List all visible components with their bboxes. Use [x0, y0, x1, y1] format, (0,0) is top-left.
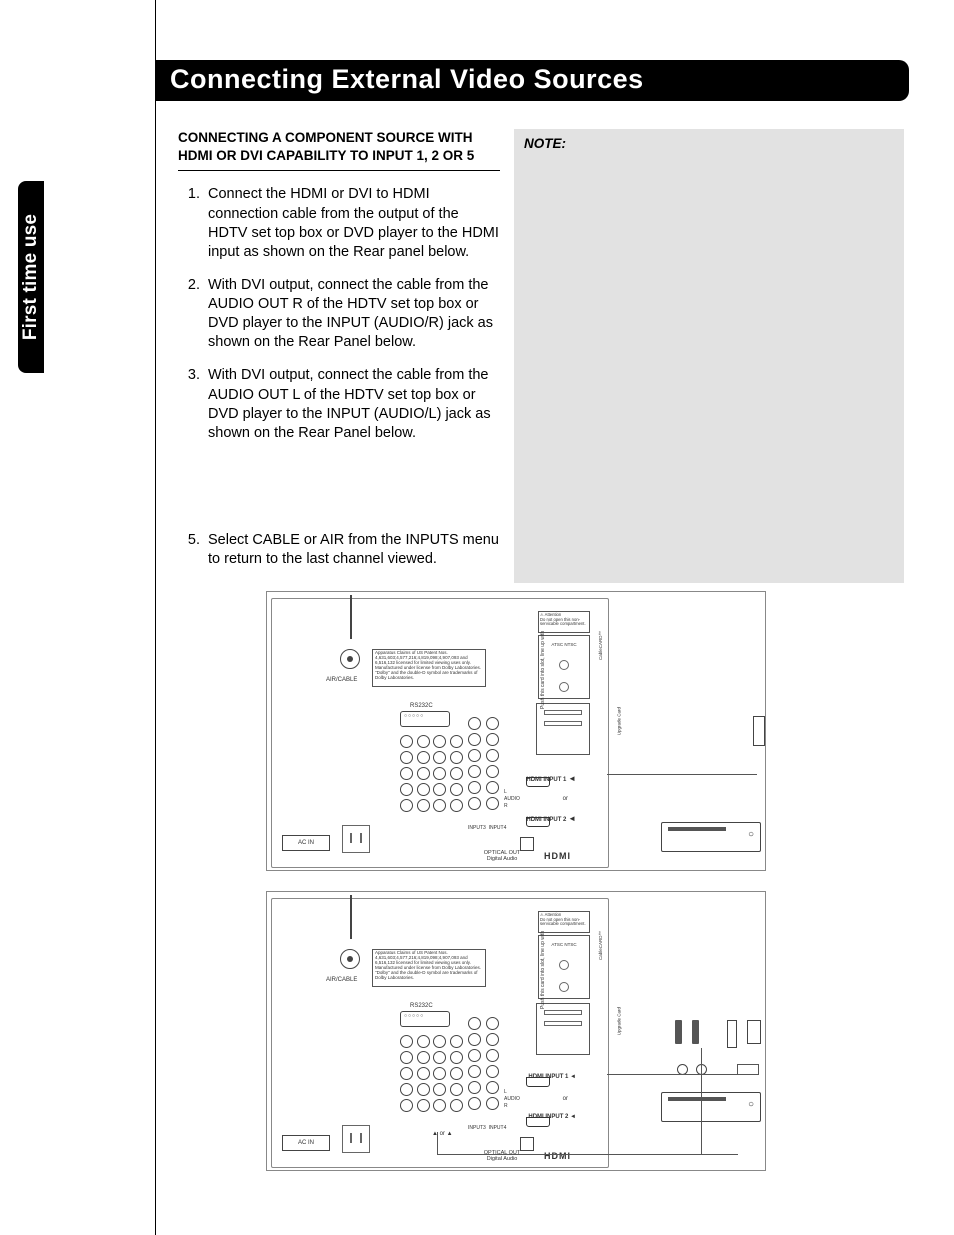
- rf-jack-icon: [340, 649, 360, 669]
- step-4-missing: [204, 457, 500, 517]
- hdmi-plug-icon: [753, 716, 765, 746]
- hdmi-input-2-label: HDMI INPUT 2 ◄: [526, 814, 576, 823]
- note-box: NOTE:: [514, 129, 904, 583]
- input-3-4-labels-2: INPUT3 INPUT4: [468, 1125, 506, 1131]
- rs232c-label: RS232C: [410, 703, 433, 709]
- rca-jack-grid-2: [400, 1035, 464, 1113]
- rs232c-label-2: RS232C: [410, 1003, 433, 1009]
- hdmi-cable-wire-2: [607, 1074, 757, 1076]
- step-1-line2: input as shown on the Rear panel below.: [208, 243, 500, 262]
- air-cable-label: AIR/CABLE: [326, 677, 357, 683]
- audio-cable-wire-v: [701, 1048, 703, 1154]
- plug-row: [675, 1020, 761, 1048]
- set-top-box-icon: [661, 822, 761, 852]
- page-title: Connecting External Video Sources: [170, 64, 644, 94]
- steps-list: Connect the HDMI or DVI to HDMI connecti…: [178, 185, 500, 569]
- upgrade-card-slot: [536, 703, 590, 755]
- step-5: Select CABLE or AIR from the INPUTS menu…: [204, 531, 500, 569]
- hdmi-logo: HDMI: [544, 851, 571, 861]
- rf-jack-icon-2: [340, 949, 360, 969]
- content-column: Connecting External Video Sources CONNEC…: [155, 0, 909, 1235]
- note-label: NOTE:: [524, 136, 566, 151]
- hdmi-input-1-label: HDMI INPUT 1 ◄: [526, 774, 576, 783]
- rear-panel-diagram-dvi: AIR/CABLE Apparatus Claims of US Patent …: [266, 891, 766, 1171]
- dvi-plug-icon: [747, 1020, 761, 1044]
- patent-notice-2: Apparatus Claims of US Patent Nos. 4,631…: [372, 949, 486, 987]
- rca-jack-grid: [400, 735, 464, 813]
- ac-in-label: AC IN: [282, 835, 330, 851]
- rear-panel-diagram-hdmi: AIR/CABLE Apparatus Claims of US Patent …: [266, 591, 766, 871]
- input-3-4-labels: INPUT3 INPUT4: [468, 825, 506, 831]
- component-jacks-col2: [486, 717, 499, 810]
- ac-receptacle-icon: [342, 825, 370, 853]
- rear-panel-outline: AIR/CABLE Apparatus Claims of US Patent …: [271, 598, 609, 868]
- antenna-icon-2: [350, 895, 352, 939]
- rear-panel-outline-2: AIR/CABLE Apparatus Claims of US Patent …: [271, 898, 609, 1168]
- upgrade-card-slot-2: [536, 1003, 590, 1055]
- push-card-label: Push this card into slot, line up with: [540, 629, 546, 709]
- side-tab-label: First time use: [20, 214, 42, 340]
- cablecard-label: CableCARD™: [598, 631, 603, 660]
- page-title-bar: Connecting External Video Sources: [156, 60, 909, 101]
- diagrams-area: AIR/CABLE Apparatus Claims of US Patent …: [156, 591, 909, 1171]
- step-1-line1: Connect the HDMI or DVI to HDMI connecti…: [208, 186, 499, 240]
- step-1: Connect the HDMI or DVI to HDMI connecti…: [204, 185, 500, 262]
- rs232c-port-icon: [400, 711, 450, 727]
- rs232c-port-icon-2: [400, 1011, 450, 1027]
- rca-plug-r-icon: [692, 1020, 699, 1044]
- component-jacks-col1-2: [468, 1017, 481, 1110]
- component-jacks-col1: [468, 717, 481, 810]
- audio-lr-labels-2: L AUDIO R: [504, 1089, 520, 1110]
- air-cable-label-2: AIR/CABLE: [326, 977, 357, 983]
- instructions-column: CONNECTING A COMPONENT SOURCE WITH HDMI …: [178, 129, 500, 583]
- upgrade-card-label: Upgrade Card: [616, 707, 621, 735]
- step-3: With DVI output, connect the cable from …: [204, 366, 500, 443]
- hdmi-or-label: or: [563, 796, 568, 802]
- patent-notice: Apparatus Claims of US Patent Nos. 4,631…: [372, 649, 486, 687]
- antenna-icon: [350, 595, 352, 639]
- optical-out-label: OPTICAL OUTDigital Audio: [468, 851, 536, 862]
- audio-lr-labels: L AUDIO R: [504, 789, 520, 810]
- hdmi-cable-wire: [607, 774, 757, 776]
- component-jacks-col2-2: [486, 1017, 499, 1110]
- step-2: With DVI output, connect the cable from …: [204, 276, 500, 353]
- optical-out-port-icon: [520, 837, 534, 851]
- section-side-tab: First time use: [18, 181, 44, 373]
- sub-heading: CONNECTING A COMPONENT SOURCE WITH HDMI …: [178, 129, 500, 171]
- ac-receptacle-icon-2: [342, 1125, 370, 1153]
- audio-cable-wire: [437, 1132, 738, 1155]
- rca-plug-l-icon: [675, 1020, 682, 1044]
- ac-in-label-2: AC IN: [282, 1135, 330, 1151]
- set-top-box-icon-2: [661, 1092, 761, 1122]
- atsc-ntsc-label: ATSC NTSC: [551, 642, 576, 647]
- hdmi-plug-icon-2: [727, 1020, 737, 1048]
